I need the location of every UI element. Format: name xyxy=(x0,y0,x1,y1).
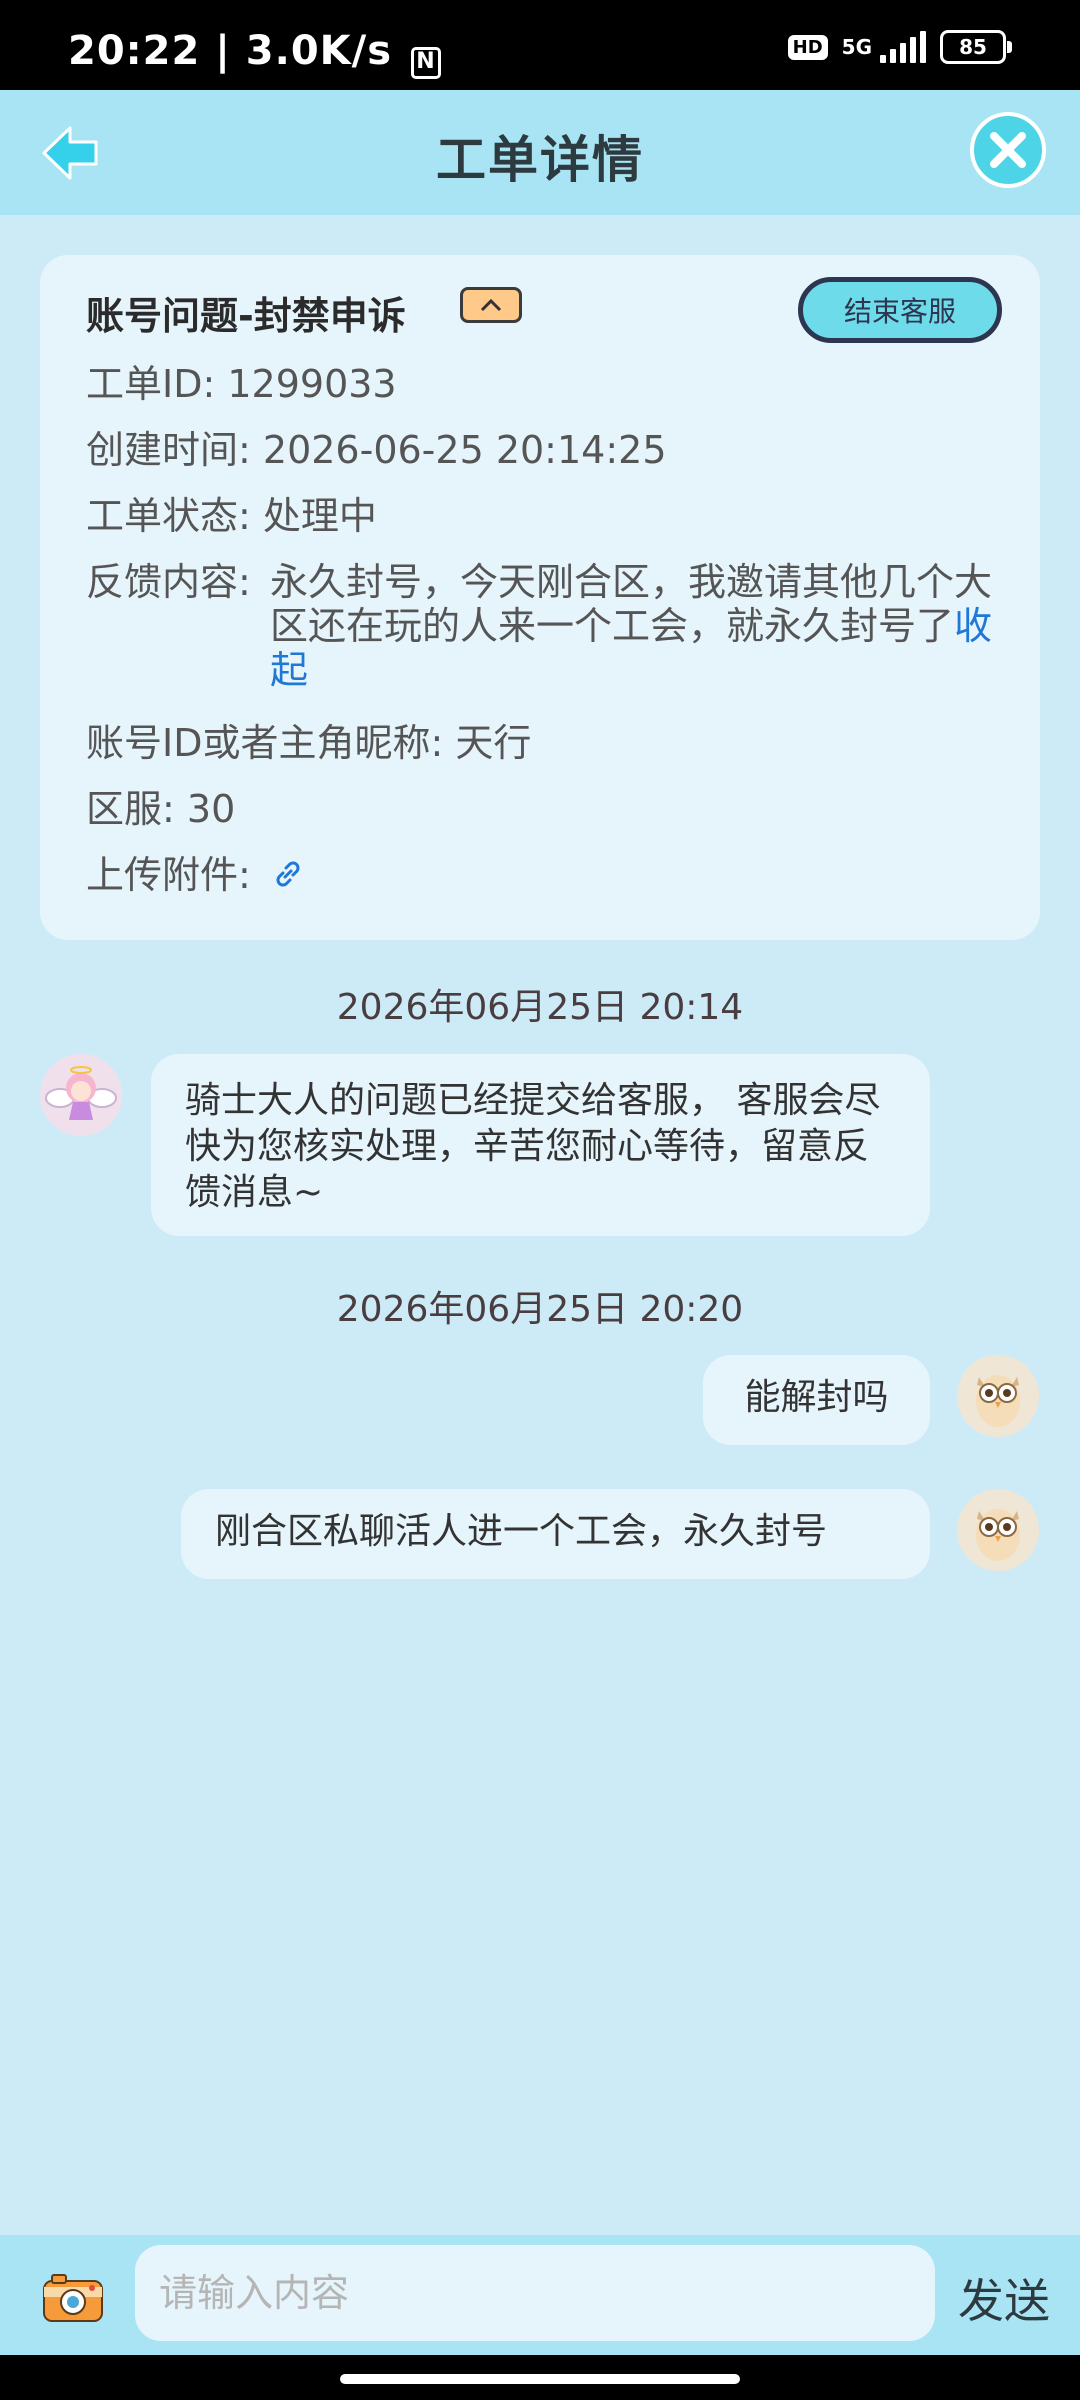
navigation-bar xyxy=(0,2355,1080,2400)
status-icons: HD 5G 85 xyxy=(787,30,1012,64)
ticket-id-row: 工单ID: 1299033 xyxy=(86,362,397,406)
ticket-title: 账号问题-封禁申诉 xyxy=(86,294,406,338)
angel-avatar-icon xyxy=(40,1054,122,1136)
close-button[interactable] xyxy=(970,112,1046,188)
owl-avatar-icon xyxy=(957,1355,1039,1437)
close-icon xyxy=(990,132,1026,168)
camera-button[interactable] xyxy=(42,2273,104,2323)
ticket-card: 账号问题-封禁申诉 结束客服 工单ID: 1299033 创建时间: 2026-… xyxy=(40,255,1040,940)
feedback-content: 永久封号，今天刚合区，我邀请其他几个大区还在玩的人来一个工会，就永久封号了收起 xyxy=(270,560,993,692)
send-button[interactable]: 发送 xyxy=(958,2265,1050,2331)
collapse-toggle[interactable] xyxy=(460,287,522,323)
network-type: 5G xyxy=(841,35,872,59)
support-message: 骑士大人的问题已经提交给客服， 客服会尽快为您核实处理，辛苦您耐心等待，留意反馈… xyxy=(151,1054,930,1236)
created-time-row: 创建时间: 2026-06-25 20:14:25 xyxy=(86,428,667,472)
account-row: 账号ID或者主角昵称: 天行 xyxy=(86,721,532,765)
nfc-icon: N xyxy=(411,47,442,79)
ticket-status-row: 工单状态: 处理中 xyxy=(86,494,377,538)
chat-date: 2026年06月25日 20:20 xyxy=(336,1289,744,1330)
end-service-button[interactable]: 结束客服 xyxy=(798,277,1002,343)
attachment-row: 上传附件: xyxy=(86,853,305,900)
user-avatar xyxy=(957,1355,1039,1437)
feedback-label: 反馈内容: xyxy=(86,560,251,604)
message-input[interactable] xyxy=(135,2245,935,2341)
support-avatar xyxy=(40,1054,122,1136)
owl-avatar-icon xyxy=(957,1489,1039,1571)
input-bar: 发送 xyxy=(0,2235,1080,2355)
user-message: 刚合区私聊活人进一个工会，永久封号 xyxy=(181,1489,930,1579)
user-message: 能解封吗 xyxy=(703,1355,930,1445)
camera-icon xyxy=(43,2274,103,2322)
page-title: 工单详情 xyxy=(436,131,644,189)
status-bar: 20:22 | 3.0K/s N HD 5G 85 xyxy=(0,0,1080,90)
server-row: 区服: 30 xyxy=(86,787,236,831)
link-icon[interactable] xyxy=(271,856,305,900)
top-bar: 工单详情 xyxy=(0,90,1080,215)
signal-icon xyxy=(880,31,926,63)
chevron-up-icon xyxy=(480,298,502,312)
status-time: 20:22 | 3.0K/s N xyxy=(68,28,442,79)
chat-date: 2026年06月25日 20:14 xyxy=(336,987,744,1028)
battery-icon: 85 xyxy=(940,30,1012,64)
user-avatar xyxy=(957,1489,1039,1571)
home-indicator[interactable] xyxy=(340,2374,740,2384)
hd-badge: HD xyxy=(787,34,828,60)
